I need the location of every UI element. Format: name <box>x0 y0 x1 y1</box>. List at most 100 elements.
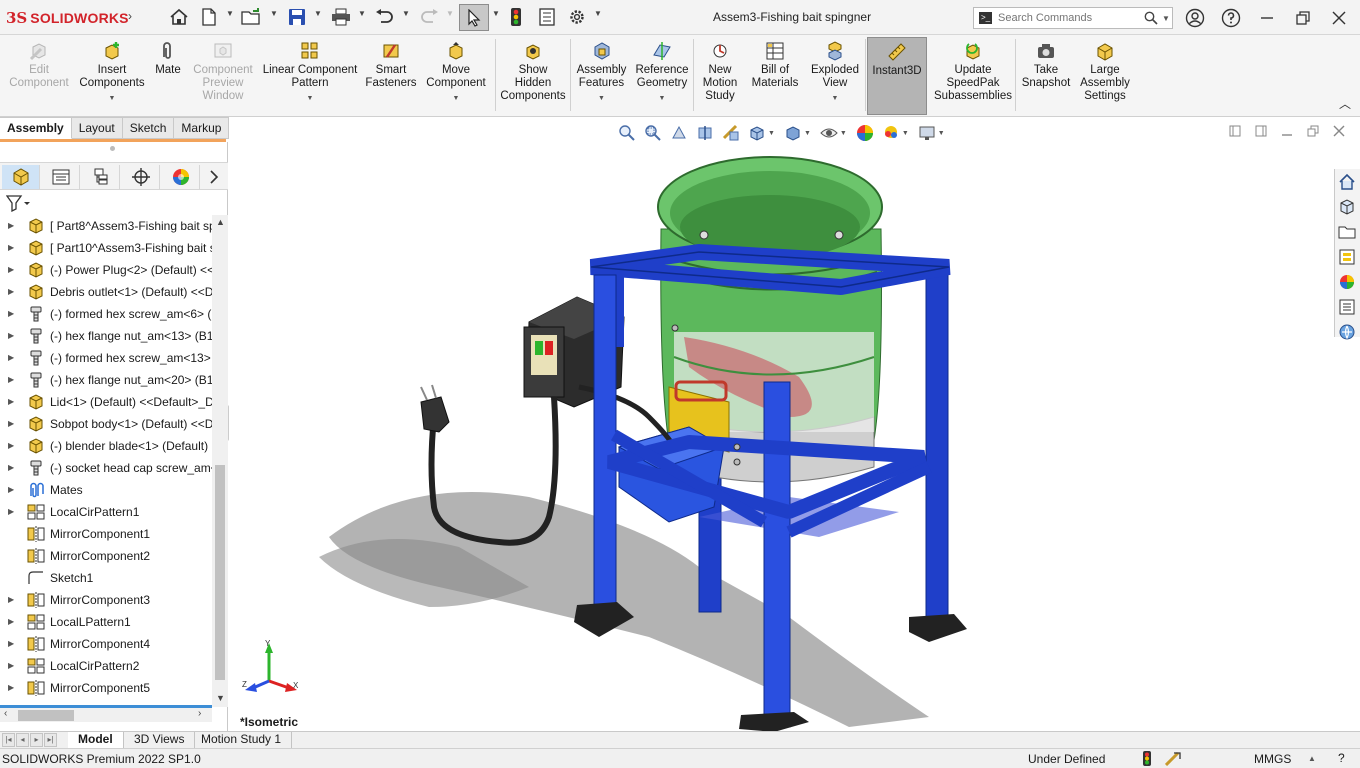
first-tab-icon[interactable]: |◂ <box>2 733 15 747</box>
configuration-manager-tab[interactable] <box>82 165 120 189</box>
more-tabs-chevron-icon[interactable] <box>202 165 226 189</box>
expand-arrow-icon[interactable]: ▶ <box>8 617 14 626</box>
expand-arrow-icon[interactable]: ▶ <box>8 375 14 384</box>
hscroll-thumb[interactable] <box>18 710 74 721</box>
status-help-icon[interactable]: ? <box>1338 751 1345 765</box>
expand-arrow-icon[interactable]: ▶ <box>8 331 14 340</box>
scroll-left-icon[interactable]: ‹ <box>4 708 7 719</box>
exploded-view-dropdown-icon[interactable]: ▼ <box>832 92 839 105</box>
print-dropdown-icon[interactable]: ▼ <box>358 9 366 18</box>
prev-tab-icon[interactable]: ◂ <box>16 733 29 747</box>
new-dropdown-icon[interactable]: ▼ <box>226 9 234 18</box>
view-settings-icon[interactable] <box>916 123 938 143</box>
edit-appearance-icon[interactable] <box>854 123 876 143</box>
viewport-collapse-left-icon[interactable] <box>1229 125 1241 140</box>
viewport-restore-icon[interactable] <box>1307 125 1319 140</box>
options-dropdown-icon[interactable]: ▼ <box>594 9 602 18</box>
show-hidden-components-button[interactable]: Show Hidden Components <box>495 37 571 115</box>
tab-layout[interactable]: Layout <box>71 117 123 139</box>
expand-arrow-icon[interactable]: ▶ <box>8 287 14 296</box>
file-properties-icon[interactable] <box>536 6 558 28</box>
unit-system[interactable]: MMGS <box>1254 752 1291 766</box>
unit-system-dropdown-icon[interactable]: ▲ <box>1308 754 1316 763</box>
hide-show-items-icon[interactable] <box>818 123 840 143</box>
instant3d-button[interactable]: Instant3D <box>867 37 927 115</box>
home-icon[interactable] <box>167 6 191 28</box>
expand-arrow-icon[interactable]: ▶ <box>8 265 14 274</box>
display-style-icon[interactable] <box>782 123 804 143</box>
tab-markup[interactable]: Markup <box>174 117 230 139</box>
tree-item[interactable]: ▶ LocalCirPattern2 <box>0 655 212 677</box>
edit-component-button[interactable]: Edit Component <box>0 37 78 115</box>
expand-arrow-icon[interactable]: ▶ <box>8 661 14 670</box>
collapse-ribbon-icon[interactable]: ︿ <box>1339 95 1351 112</box>
user-account-icon[interactable] <box>1184 7 1206 29</box>
scroll-down-icon[interactable]: ▼ <box>216 693 225 703</box>
tree-item[interactable]: ▶ (-) Power Plug<2> (Default) << <box>0 259 212 281</box>
rebuild-status-icon[interactable] <box>1143 751 1151 768</box>
exploded-view-button[interactable]: Exploded View ▼ <box>806 37 864 115</box>
viewport-minimize-icon[interactable] <box>1281 125 1293 140</box>
feature-manager-tab[interactable] <box>2 165 40 189</box>
hide-show-dropdown-icon[interactable]: ▼ <box>840 130 847 137</box>
options-gear-icon[interactable] <box>566 6 588 28</box>
tab-model[interactable]: Model <box>68 732 124 748</box>
open-dropdown-icon[interactable]: ▼ <box>270 9 278 18</box>
solidworks-logo[interactable]: 3S SOLIDWORKS <box>6 8 129 28</box>
expand-arrow-icon[interactable]: ▶ <box>8 683 14 692</box>
tree-item[interactable]: ▶ LocalLPattern1 <box>0 611 212 633</box>
custom-properties-icon[interactable] <box>1335 295 1359 319</box>
save-dropdown-icon[interactable]: ▼ <box>314 9 322 18</box>
tree-item[interactable]: ▶ Sobpot body<1> (Default) <<D <box>0 413 212 435</box>
print-icon[interactable] <box>329 6 353 28</box>
scroll-up-icon[interactable]: ▲ <box>216 217 225 227</box>
tree-item[interactable]: ▶ MirrorComponent4 <box>0 633 212 655</box>
undo-dropdown-icon[interactable]: ▼ <box>402 9 410 18</box>
take-snapshot-button[interactable]: Take Snapshot <box>1018 37 1074 115</box>
smart-dimension-status-icon[interactable] <box>1164 751 1181 768</box>
tree-item[interactable]: ▶ Debris outlet<1> (Default) <<D <box>0 281 212 303</box>
restore-icon[interactable] <box>1292 7 1314 29</box>
new-document-icon[interactable] <box>198 6 220 28</box>
tree-item[interactable]: ▶ (-) socket head cap screw_am< <box>0 457 212 479</box>
property-manager-tab[interactable] <box>42 165 80 189</box>
design-library-icon[interactable] <box>1335 195 1359 219</box>
next-tab-icon[interactable]: ▸ <box>30 733 43 747</box>
view-settings-dropdown-icon[interactable]: ▼ <box>938 130 945 137</box>
insert-components-button[interactable]: Insert Components ▼ <box>78 37 146 115</box>
tree-item[interactable]: ▶ (-) hex flange nut_am<20> (B1 <box>0 369 212 391</box>
section-view-icon[interactable] <box>694 123 716 143</box>
tab-motion-study-1[interactable]: Motion Study 1 <box>191 732 293 748</box>
insert-components-dropdown-icon[interactable]: ▼ <box>109 92 116 105</box>
rebuild-traffic-light-icon[interactable] <box>506 6 526 28</box>
open-document-icon[interactable] <box>240 6 264 28</box>
tree-item[interactable]: Sketch1 <box>0 567 212 589</box>
expand-arrow-icon[interactable]: ▶ <box>8 441 14 450</box>
menu-expand-icon[interactable]: › <box>128 9 132 23</box>
tab-3d-views[interactable]: 3D Views <box>124 732 196 748</box>
tab-sketch[interactable]: Sketch <box>122 117 175 139</box>
view-orientation-icon[interactable] <box>746 123 768 143</box>
linear-component-pattern-button[interactable]: Linear Component Pattern ▼ <box>258 37 362 115</box>
zoom-to-area-icon[interactable] <box>642 123 664 143</box>
tree-item[interactable]: ▶ (-) blender blade<1> (Default) <box>0 435 212 457</box>
smart-fasteners-button[interactable]: Smart Fasteners <box>363 37 419 115</box>
dimxpert-manager-tab[interactable] <box>122 165 160 189</box>
previous-view-icon[interactable] <box>668 123 690 143</box>
expand-arrow-icon[interactable]: ▶ <box>8 595 14 604</box>
expand-arrow-icon[interactable]: ▶ <box>8 309 14 318</box>
tree-item[interactable]: ▶ Mates <box>0 479 212 501</box>
assembly-features-button[interactable]: Assembly Features ▼ <box>573 37 630 115</box>
tree-item[interactable]: MirrorComponent1 <box>0 523 212 545</box>
tree-horizontal-scrollbar[interactable]: ‹ › <box>0 705 212 722</box>
viewport-close-icon[interactable] <box>1333 125 1345 140</box>
bill-of-materials-button[interactable]: Bill of Materials <box>746 37 804 115</box>
select-dropdown-icon[interactable]: ▼ <box>492 9 500 18</box>
apply-scene-icon[interactable] <box>880 123 902 143</box>
tab-assembly[interactable]: Assembly <box>0 117 72 139</box>
appearances-scenes-icon[interactable] <box>1335 270 1359 294</box>
reference-geometry-button[interactable]: Reference Geometry ▼ <box>630 37 694 115</box>
expand-arrow-icon[interactable]: ▶ <box>8 419 14 428</box>
component-preview-window-button[interactable]: Component Preview Window <box>190 37 256 115</box>
panel-grip[interactable] <box>110 146 115 151</box>
